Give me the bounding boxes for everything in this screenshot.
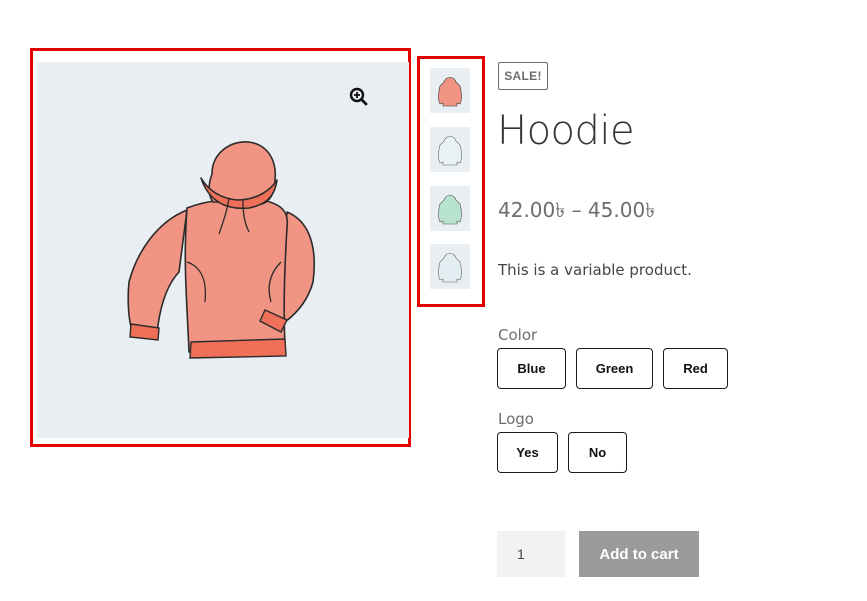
quantity-input[interactable]: [497, 531, 565, 577]
thumbnail-hoodie-green[interactable]: [430, 186, 470, 231]
thumbnail-hoodie-blue-light[interactable]: [430, 244, 470, 289]
logo-label: Logo: [498, 410, 534, 428]
product-description: This is a variable product.: [498, 261, 692, 279]
color-option-red[interactable]: Red: [663, 348, 728, 389]
hoodie-green-thumb: [438, 195, 462, 225]
hoodie-illustration: [127, 141, 316, 359]
logo-option-no[interactable]: No: [568, 432, 627, 473]
product-title: Hoodie: [497, 108, 635, 154]
color-label: Color: [498, 326, 538, 344]
thumbnail-hoodie-red[interactable]: [430, 68, 470, 113]
hoodie-blue-light-thumb: [438, 253, 462, 283]
color-option-green[interactable]: Green: [576, 348, 653, 389]
add-to-cart-button[interactable]: Add to cart: [579, 531, 699, 577]
logo-option-yes[interactable]: Yes: [497, 432, 558, 473]
hoodie-blue-thumb: [438, 136, 462, 166]
sale-badge: SALE!: [498, 62, 548, 90]
product-price-range: 42.00৳ – 45.00৳: [498, 198, 656, 222]
main-product-image[interactable]: [37, 62, 409, 438]
color-option-blue[interactable]: Blue: [497, 348, 566, 389]
zoom-in-icon[interactable]: [346, 84, 370, 108]
thumbnail-hoodie-blue[interactable]: [430, 127, 470, 172]
hoodie-red-thumb: [438, 77, 462, 107]
